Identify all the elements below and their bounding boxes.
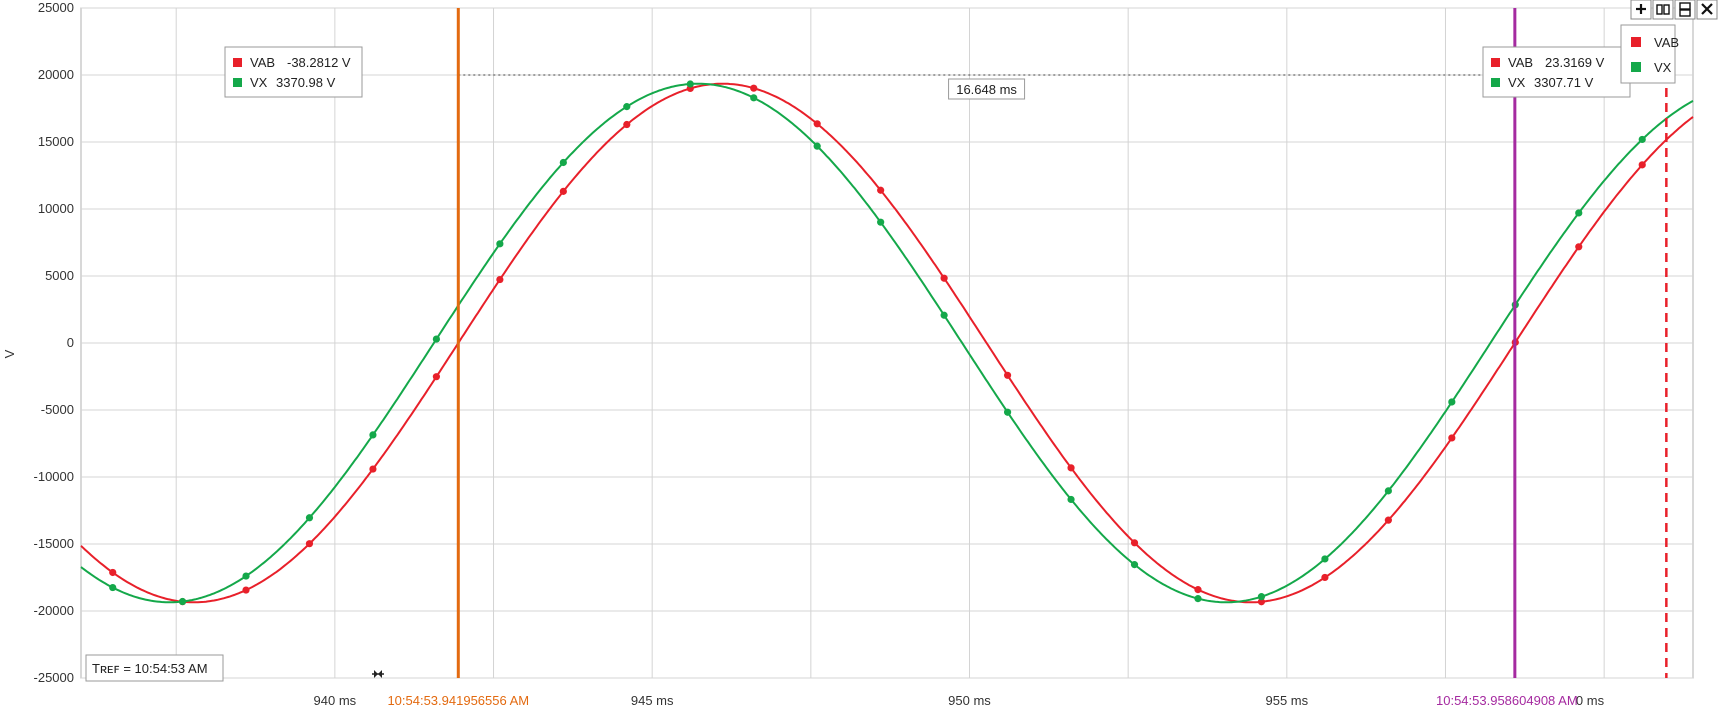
- legend-swatch-vx: [1631, 62, 1641, 72]
- data-point-vx: [1067, 495, 1075, 504]
- legend: VAB VX: [1620, 24, 1679, 84]
- legend-label-vab: VAB: [1654, 35, 1679, 50]
- data-point-vab: [559, 187, 567, 195]
- cursor-1-vx-value: 3370.98 V: [276, 75, 336, 90]
- y-tick-label: 15000: [38, 134, 74, 149]
- data-point-vx: [1638, 135, 1646, 144]
- y-axis: 25000 20000 15000 10000 5000 0 -5000 -10000 -150…: [34, 0, 74, 685]
- data-point-vab: [940, 274, 948, 282]
- data-point-vab: [1130, 539, 1139, 547]
- cursor-1-time-label: 10:54:53.941956556 AM: [387, 693, 529, 708]
- legend-swatch-vab: [1631, 37, 1641, 47]
- data-point-vab: [1194, 586, 1202, 594]
- split-rows-icon[interactable]: [1674, 0, 1696, 20]
- data-point-vx: [109, 583, 117, 592]
- data-point-vx: [686, 80, 694, 88]
- data-point-vab: [305, 540, 314, 548]
- y-tick-label: -25000: [34, 670, 74, 685]
- data-point-vx: [369, 431, 377, 439]
- legend-label-vx: VX: [1654, 60, 1672, 75]
- oscilloscope-chart: 25000 20000 15000 10000 5000 0 -5000 -10000 -150…: [0, 0, 1725, 711]
- data-point-vab: [1575, 243, 1583, 251]
- cursor-2-vab-value: 23.3169 V: [1545, 55, 1605, 70]
- x-tick-label: 945 ms: [631, 693, 674, 708]
- data-point-vx: [1448, 398, 1456, 406]
- cursor-1-readout: VAB -38.2812 V VX 3370.98 V: [224, 46, 363, 98]
- chart-svg: 25000 20000 15000 10000 5000 0 -5000 -10000 -150…: [2, 0, 1718, 708]
- data-point-vx: [496, 240, 504, 248]
- data-point-vx: [750, 94, 758, 102]
- data-point-vx: [242, 572, 250, 580]
- y-tick-label: -5000: [41, 402, 74, 417]
- data-point-vx: [432, 335, 441, 343]
- y-tick-label: -20000: [34, 603, 74, 618]
- data-point-vab: [877, 186, 885, 194]
- cursor-1-vab-name: VAB: [250, 55, 275, 70]
- cursor-2-readout: VAB 23.3169 V VX 3307.71 V: [1482, 46, 1631, 98]
- x-tick-label: 950 ms: [948, 693, 991, 708]
- data-point-vx: [1257, 593, 1266, 601]
- data-point-vab: [432, 373, 441, 381]
- data-point-vx: [305, 514, 314, 522]
- cursor-1-vx-name: VX: [250, 75, 268, 90]
- data-point-vx: [623, 103, 631, 111]
- data-point-vab: [369, 465, 377, 473]
- close-icon[interactable]: [1696, 0, 1718, 20]
- y-tick-label: -10000: [34, 469, 74, 484]
- y-tick-label: -15000: [34, 536, 74, 551]
- cursor-2-vab-name: VAB: [1508, 55, 1533, 70]
- y-tick-label: 5000: [45, 268, 74, 283]
- data-point-vab: [623, 120, 631, 129]
- split-columns-icon[interactable]: [1652, 0, 1674, 20]
- data-point-vx: [940, 311, 948, 319]
- legend-swatch-vab: [233, 58, 242, 67]
- data-point-vx: [1321, 555, 1329, 563]
- legend-swatch-vx: [233, 78, 242, 87]
- data-point-vx: [1130, 561, 1139, 569]
- data-point-vab: [813, 120, 821, 128]
- data-point-vx: [559, 158, 567, 167]
- data-point-vab: [1638, 161, 1646, 169]
- data-point-vx: [877, 218, 885, 226]
- data-point-vab: [1067, 464, 1075, 472]
- data-point-vx: [813, 142, 821, 150]
- y-tick-label: 25000: [38, 0, 74, 15]
- legend-swatch-vx: [1491, 78, 1500, 87]
- x-tick-label: 955 ms: [1266, 693, 1309, 708]
- data-point-vab: [496, 275, 504, 284]
- cursor-2-time-label: 10:54:53.958604908 AM: [1436, 693, 1578, 708]
- delta-label: 16.648 ms: [956, 82, 1017, 97]
- cursor-1-vab-value: -38.2812 V: [287, 55, 351, 70]
- data-point-vab: [109, 568, 117, 577]
- data-point-vx: [1003, 408, 1012, 416]
- cursor-2-vx-name: VX: [1508, 75, 1526, 90]
- y-tick-label: 0: [67, 335, 74, 350]
- x-tick-label: 940 ms: [314, 693, 357, 708]
- data-point-vab: [1384, 516, 1392, 524]
- tref-label: Tʀᴇꜰ = 10:54:53 AM: [92, 661, 208, 676]
- y-tick-label: 20000: [38, 67, 74, 82]
- data-point-vab: [750, 84, 758, 92]
- y-tick-label: 10000: [38, 201, 74, 216]
- data-point-vab: [242, 586, 250, 594]
- data-point-vab: [1448, 434, 1456, 442]
- data-point-vx: [1575, 209, 1583, 217]
- delta-label-box: 16.648 ms: [948, 78, 1026, 100]
- y-axis-label: V: [2, 349, 17, 358]
- legend-swatch-vab: [1491, 58, 1500, 67]
- data-point-vab: [1003, 371, 1012, 379]
- plus-icon[interactable]: [1630, 0, 1652, 20]
- data-point-vx: [1194, 595, 1202, 603]
- x-tick-label-partial: 0 ms: [1576, 693, 1605, 708]
- data-point-vx: [178, 597, 187, 606]
- data-point-vx: [1384, 487, 1392, 495]
- cursor-2-vx-value: 3307.71 V: [1534, 75, 1594, 90]
- tref-box: Tʀᴇꜰ = 10:54:53 AM: [85, 654, 224, 682]
- data-point-vab: [1321, 573, 1329, 582]
